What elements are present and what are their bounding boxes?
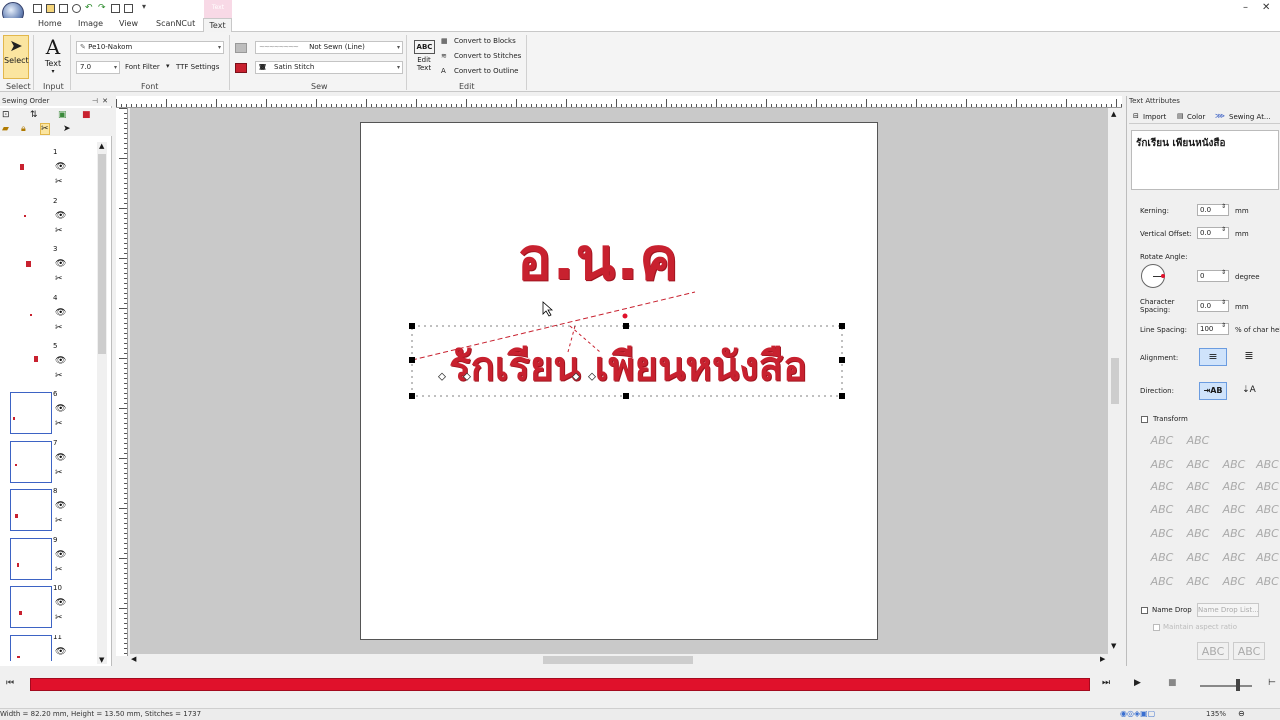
speed-slider-thumb[interactable] bbox=[1236, 679, 1240, 691]
transform-preset-button[interactable]: ABC bbox=[1254, 525, 1280, 543]
transform-preset-button[interactable]: ABC bbox=[1146, 549, 1178, 567]
vertical-offset-unit: mm bbox=[1235, 230, 1249, 238]
import-icon: ⊟ bbox=[1133, 112, 1139, 120]
selection-overlay bbox=[411, 291, 843, 397]
name-drop-list-button[interactable]: Name Drop List... bbox=[1197, 603, 1259, 617]
view-mode-icons[interactable]: ◉◎◈▣▢ bbox=[1120, 709, 1155, 718]
skip-back-icon[interactable]: ⏮ bbox=[6, 678, 14, 688]
character-spacing-label: Character Spacing: bbox=[1140, 298, 1175, 314]
character-spacing-unit: mm bbox=[1235, 303, 1249, 311]
resize-handle[interactable] bbox=[409, 357, 415, 363]
resize-handle[interactable] bbox=[839, 357, 845, 363]
kerning-label: Kerning: bbox=[1140, 207, 1169, 215]
transform-preset-button[interactable]: ABC bbox=[1218, 525, 1250, 543]
name-drop-checkbox[interactable] bbox=[1141, 607, 1148, 614]
direction-vertical-button[interactable]: ⇣A bbox=[1235, 382, 1263, 400]
align-left-button[interactable]: ≡ bbox=[1199, 348, 1227, 366]
resize-handle[interactable] bbox=[839, 393, 845, 399]
stitch-progress-bar[interactable] bbox=[30, 678, 1090, 691]
tab-color[interactable]: Color bbox=[1187, 113, 1205, 121]
resize-handle[interactable] bbox=[409, 323, 415, 329]
transform-preset-button[interactable]: ABC bbox=[1182, 573, 1214, 591]
panel-tab-bar: ⊟ Import ▤ Color ⋙ Sewing At... bbox=[1129, 110, 1280, 124]
transform-checkbox[interactable] bbox=[1141, 416, 1148, 423]
scroll-down-icon[interactable]: ▼ bbox=[1111, 642, 1116, 650]
transform-preset-button[interactable]: ABC bbox=[1146, 573, 1178, 591]
text-attributes-title: Text Attributes bbox=[1129, 97, 1180, 105]
transform-preset-button[interactable]: ABC bbox=[1218, 573, 1250, 591]
rotate-angle-label: Rotate Angle: bbox=[1140, 253, 1188, 261]
resize-handle[interactable] bbox=[623, 393, 629, 399]
play-icon[interactable]: ▶ bbox=[1134, 678, 1141, 688]
status-bar: Width = 82.20 mm, Height = 13.50 mm, Sti… bbox=[0, 708, 1280, 720]
expand-icon[interactable]: ⊢ bbox=[1268, 678, 1276, 688]
transform-preset-button[interactable]: ABC bbox=[1218, 549, 1250, 567]
transform-preset-button[interactable]: ABC bbox=[1218, 456, 1250, 474]
zoom-level: 135% bbox=[1206, 710, 1227, 718]
transform-preset-button[interactable]: ABC bbox=[1254, 456, 1280, 474]
horizontal-scrollbar[interactable]: ◀ ▶ bbox=[130, 654, 1110, 666]
spinner-arrows-icon[interactable]: ⇕ bbox=[1221, 226, 1226, 233]
spinner-arrows-icon[interactable]: ⇕ bbox=[1221, 322, 1226, 329]
transform-preset-button[interactable]: ABC bbox=[1146, 478, 1178, 496]
transform-preset-button[interactable]: ABC bbox=[1146, 432, 1178, 450]
kerning-unit: mm bbox=[1235, 207, 1249, 215]
transform-label: Transform bbox=[1153, 415, 1188, 423]
spinner-arrows-icon[interactable]: ⇕ bbox=[1221, 269, 1226, 276]
transform-preset-button[interactable]: ABC bbox=[1182, 456, 1214, 474]
stop-icon[interactable]: ■ bbox=[1168, 678, 1177, 688]
speed-slider[interactable] bbox=[1200, 685, 1252, 687]
transform-preset-button[interactable]: ABC bbox=[1146, 525, 1178, 543]
transform-preset-button[interactable]: ABC bbox=[1146, 456, 1178, 474]
align-center-button[interactable]: ≣ bbox=[1235, 348, 1263, 366]
tab-import[interactable]: Import bbox=[1143, 113, 1166, 121]
sewing-attr-icon: ⋙ bbox=[1215, 112, 1225, 120]
scrollbar-thumb[interactable] bbox=[1111, 358, 1119, 404]
line-spacing-label: Line Spacing: bbox=[1140, 326, 1188, 334]
transform-preset-button[interactable]: ABC bbox=[1146, 501, 1178, 519]
mouse-cursor-icon bbox=[542, 301, 554, 317]
transform-preset-button[interactable]: ABC bbox=[1218, 501, 1250, 519]
abc-action-button[interactable]: ABC bbox=[1197, 642, 1229, 660]
resize-handle[interactable] bbox=[409, 393, 415, 399]
alignment-label: Alignment: bbox=[1140, 354, 1179, 362]
spinner-arrows-icon[interactable]: ⇕ bbox=[1221, 203, 1226, 210]
scroll-left-icon[interactable]: ◀ bbox=[131, 655, 136, 663]
transform-preset-button[interactable]: ABC bbox=[1254, 478, 1280, 496]
direction-label: Direction: bbox=[1140, 387, 1174, 395]
tab-sewing-attributes[interactable]: Sewing At... bbox=[1229, 113, 1271, 121]
scrollbar-thumb[interactable] bbox=[543, 656, 693, 664]
transform-preset-button[interactable]: ABC bbox=[1182, 432, 1214, 450]
maintain-aspect-checkbox[interactable] bbox=[1153, 624, 1160, 631]
text-input-box[interactable]: รักเรียน เพียนหนังสือ bbox=[1131, 130, 1279, 190]
rotate-dial[interactable] bbox=[1141, 264, 1165, 288]
color-icon: ▤ bbox=[1177, 112, 1184, 120]
transform-preset-button[interactable]: ABC bbox=[1254, 573, 1280, 591]
vertical-scrollbar[interactable]: ▲ ▼ bbox=[1108, 108, 1122, 654]
scroll-up-icon[interactable]: ▲ bbox=[1111, 110, 1116, 118]
direction-horizontal-button[interactable]: ⇥AB bbox=[1199, 382, 1227, 400]
text-attributes-panel: Text Attributes ⊟ Import ▤ Color ⋙ Sewin… bbox=[1126, 96, 1280, 666]
maintain-aspect-label: Maintain aspect ratio bbox=[1163, 623, 1237, 631]
transform-preset-button[interactable]: ABC bbox=[1182, 501, 1214, 519]
rotate-angle-unit: degree bbox=[1235, 273, 1260, 281]
abc-action-button[interactable]: ABC bbox=[1233, 642, 1265, 660]
transform-preset-button[interactable]: ABC bbox=[1254, 501, 1280, 519]
transform-preset-button[interactable]: ABC bbox=[1254, 549, 1280, 567]
status-info: Width = 82.20 mm, Height = 13.50 mm, Sti… bbox=[0, 710, 202, 718]
spinner-arrows-icon[interactable]: ⇕ bbox=[1221, 299, 1226, 306]
transform-preset-button[interactable]: ABC bbox=[1182, 525, 1214, 543]
name-drop-label: Name Drop bbox=[1152, 606, 1192, 614]
vertical-offset-label: Vertical Offset: bbox=[1140, 230, 1192, 238]
resize-handle[interactable] bbox=[623, 323, 629, 329]
zoom-out-icon[interactable]: ⊖ bbox=[1238, 709, 1245, 718]
transform-preset-button[interactable]: ABC bbox=[1182, 478, 1214, 496]
scroll-right-icon[interactable]: ▶ bbox=[1100, 655, 1105, 663]
skip-forward-icon[interactable]: ⏭ bbox=[1102, 678, 1110, 688]
transform-preset-button[interactable]: ABC bbox=[1218, 478, 1250, 496]
line-spacing-unit: % of char heig bbox=[1235, 326, 1280, 334]
transform-preset-button[interactable]: ABC bbox=[1182, 549, 1214, 567]
resize-handle[interactable] bbox=[839, 323, 845, 329]
